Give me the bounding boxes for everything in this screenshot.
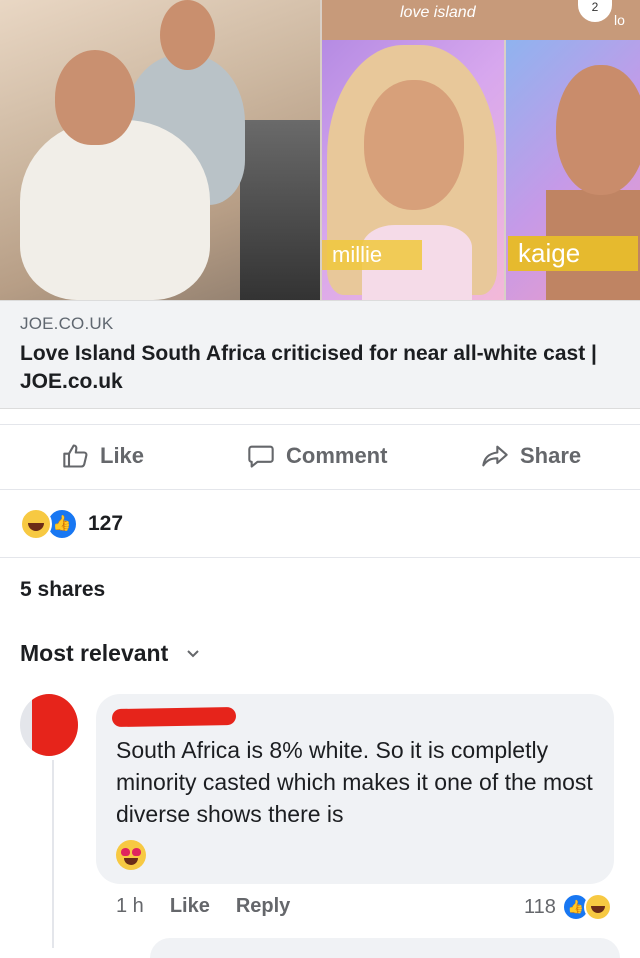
person-body [20,120,210,300]
chevron-down-icon [187,649,199,657]
love-island-logo-partial: lo [614,12,625,28]
share-button[interactable]: Share [480,442,581,470]
like-button[interactable]: Like [62,442,144,470]
face [364,80,464,210]
thread-line [52,760,54,948]
name-tag-millie: millie [322,240,422,270]
haha-emoji-icon [20,508,52,540]
link-title[interactable]: Love Island South Africa criticised for … [20,340,620,396]
reaction-count: 127 [88,512,124,535]
next-comment-bubble [150,938,620,958]
comment-sort-dropdown[interactable]: Most relevant [20,640,200,667]
avatar[interactable] [20,694,78,756]
link-domain: JOE.CO.UK [20,314,114,333]
comment-button[interactable]: Comment [246,442,387,470]
pool-area [240,120,320,300]
share-icon [482,445,508,467]
thumbs-up-icon [63,444,88,468]
reactions-summary[interactable]: 👍 127 [20,508,123,540]
comment-text: South Africa is 8% white. So it is compl… [116,737,593,827]
comment-label: Comment [286,443,388,468]
heart-eye [121,848,130,856]
like-label: Like [100,443,145,468]
comment-icon [248,445,274,468]
person-head [160,0,215,70]
face [556,65,640,195]
comment-reply-button[interactable]: Reply [236,895,290,918]
love-island-logo: love island [400,4,476,21]
share-label: Share [520,443,582,468]
divider [0,557,640,558]
comment-meta: 1 h Like Reply [116,895,316,918]
redaction-mark [32,694,78,756]
mouth [124,858,138,865]
comment-timestamp[interactable]: 1 h [116,895,144,918]
shares-count[interactable]: 5 shares [20,578,105,602]
sort-label: Most relevant [20,640,169,666]
person-head [55,50,135,145]
comment-reactions[interactable]: 118 👍 [524,893,612,921]
comment-reaction-count: 118 [524,895,556,918]
heart-eye [132,848,141,856]
heart-eyes-emoji-icon [116,840,146,870]
haha-emoji-icon [583,893,612,921]
redacted-commenter-name[interactable] [111,706,237,728]
group-photo [0,0,320,300]
name-tag-kaige: kaige [508,236,638,271]
comment-like-button[interactable]: Like [170,895,210,918]
link-preview-image[interactable]: love island 2 lo millie kaige [0,0,640,300]
